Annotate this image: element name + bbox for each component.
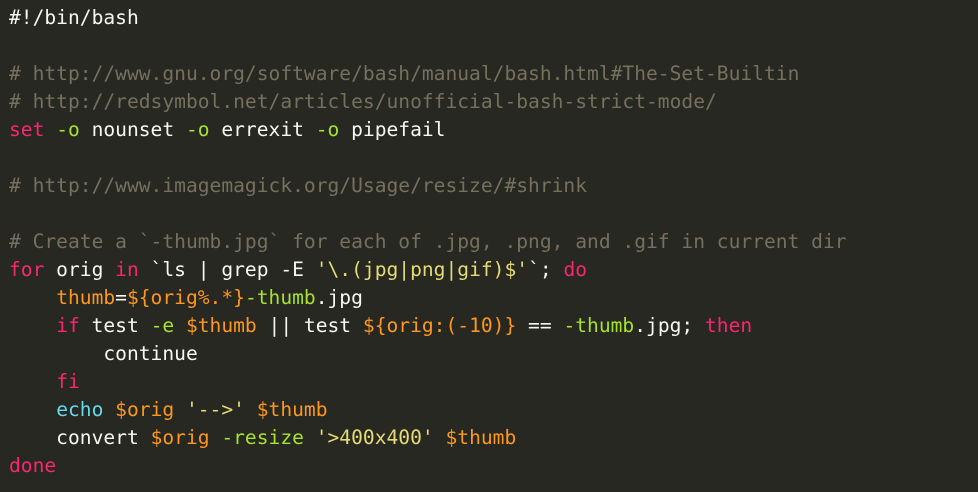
code-line[interactable]: if test -e $thumb || test ${orig:(-10)} … <box>9 312 969 340</box>
code-token-plain: orig <box>44 258 116 281</box>
code-line[interactable] <box>9 144 969 172</box>
code-token-plain: continue <box>9 342 198 365</box>
code-token-plain: errexit <box>209 118 316 141</box>
code-token-keyword: do <box>563 258 588 281</box>
code-token-comment: # http://redsymbol.net/articles/unoffici… <box>9 90 717 113</box>
code-token-flag: -e <box>150 314 175 337</box>
code-token-builtin: echo <box>56 398 104 421</box>
code-line[interactable] <box>9 32 969 60</box>
code-line[interactable]: for orig in `ls | grep -E '\.(jpg|png|gi… <box>9 256 969 284</box>
code-token-variable: $thumb <box>185 314 257 337</box>
code-token-plain: .jpg; <box>634 314 706 337</box>
code-token-flag: -thumb <box>563 314 635 337</box>
code-line[interactable]: continue <box>9 340 969 368</box>
code-token-variable: $orig <box>150 426 210 449</box>
code-line[interactable]: fi <box>9 368 969 396</box>
code-token-keyword: then <box>705 314 753 337</box>
code-token-plain: `; <box>528 258 564 281</box>
code-token-plain: == <box>516 314 564 337</box>
code-token-variable: $orig <box>115 398 175 421</box>
code-token-string: '-->' <box>185 398 245 421</box>
code-token-plain: test <box>79 314 151 337</box>
code-token-variable: ${orig%.*} <box>126 286 245 309</box>
code-line[interactable]: set -o nounset -o errexit -o pipefail <box>9 116 969 144</box>
code-token-variable: ${orig:(-10)} <box>362 314 517 337</box>
code-token-keyword: for <box>9 258 45 281</box>
code-line[interactable]: # http://redsymbol.net/articles/unoffici… <box>9 88 969 116</box>
code-line[interactable]: # Create a `-thumb.jpg` for each of .jpg… <box>9 228 969 256</box>
code-token-comment: # http://www.gnu.org/software/bash/manua… <box>9 62 800 85</box>
code-token-keyword: if <box>56 314 80 337</box>
code-token-keyword: fi <box>56 370 80 393</box>
code-token-keyword: set <box>9 118 45 141</box>
code-token-comment: # http://www.imagemagick.org/Usage/resiz… <box>9 174 588 197</box>
code-line[interactable]: # http://www.gnu.org/software/bash/manua… <box>9 60 969 88</box>
code-token-variable: $thumb <box>445 426 517 449</box>
code-token-plain: pipefail <box>339 118 446 141</box>
code-token-keyword: in <box>115 258 139 281</box>
code-token-variable: $thumb <box>256 398 328 421</box>
code-line[interactable] <box>9 200 969 228</box>
code-line[interactable]: convert $orig -resize '>400x400' $thumb <box>9 424 969 452</box>
code-token-flag: -o <box>185 118 210 141</box>
code-token-plain: .jpg <box>315 286 363 309</box>
code-token-flag: -resize <box>221 426 304 449</box>
code-line[interactable]: # http://www.imagemagick.org/Usage/resiz… <box>9 172 969 200</box>
code-token-string: '\.(jpg|png|gif)$' <box>315 258 529 281</box>
code-line[interactable]: echo $orig '-->' $thumb <box>9 396 969 424</box>
code-token-plain: #!/bin/bash <box>9 6 139 29</box>
code-token-flag: -o <box>56 118 80 141</box>
code-token-flag: -o <box>315 118 340 141</box>
code-token-variable: thumb <box>56 286 116 309</box>
code-token-plain: nounset <box>79 118 186 141</box>
code-token-plain: convert <box>9 426 151 449</box>
code-line[interactable]: thumb=${orig%.*}-thumb.jpg <box>9 284 969 312</box>
code-token-comment: # Create a `-thumb.jpg` for each of .jpg… <box>9 230 847 253</box>
code-token-plain: `ls | grep -E <box>138 258 316 281</box>
code-editor[interactable]: #!/bin/bash # http://www.gnu.org/software… <box>9 4 969 480</box>
code-line[interactable]: #!/bin/bash <box>9 4 969 32</box>
code-token-flag: -thumb <box>244 286 316 309</box>
code-token-plain: = <box>115 286 127 309</box>
code-token-plain: || test <box>256 314 363 337</box>
code-token-keyword: done <box>9 454 57 477</box>
code-token-string: '>400x400' <box>315 426 434 449</box>
code-line[interactable]: done <box>9 452 969 480</box>
